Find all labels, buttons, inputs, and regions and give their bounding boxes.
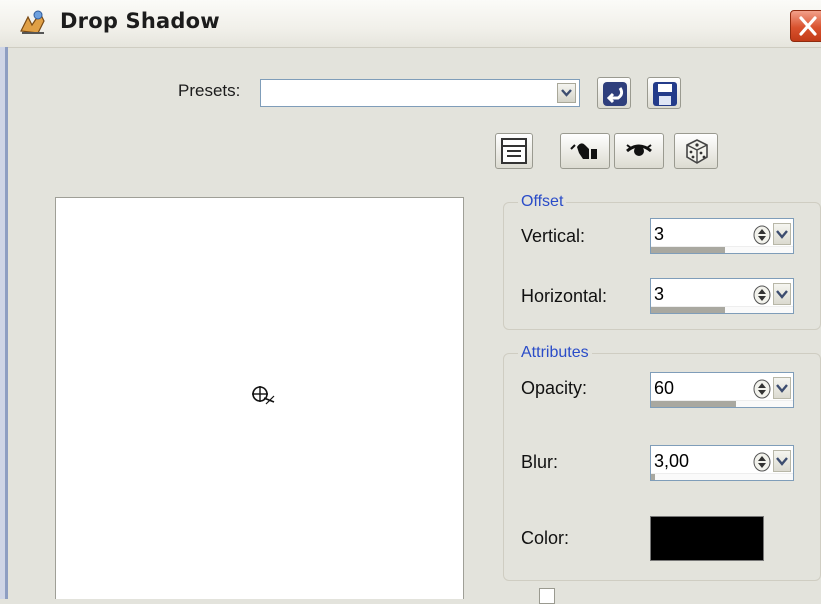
eye-preview-icon [626, 144, 652, 156]
window-title: Drop Shadow [60, 9, 220, 33]
option-checkbox[interactable] [539, 588, 555, 604]
horizontal-slider-track[interactable] [651, 306, 793, 313]
close-button[interactable] [790, 10, 821, 42]
blur-dropdown-icon[interactable] [773, 450, 791, 472]
vertical-dropdown-icon[interactable] [773, 223, 791, 245]
vertical-label: Vertical: [521, 226, 586, 246]
horizontal-dropdown-icon[interactable] [773, 283, 791, 305]
opacity-spin-icon[interactable] [753, 379, 771, 399]
horizontal-slider-fill [651, 307, 725, 313]
attributes-legend: Attributes [518, 344, 592, 362]
close-icon [799, 16, 817, 36]
randomize-button[interactable] [674, 133, 718, 169]
opacity-slider-track[interactable] [651, 400, 793, 407]
chevron-down-icon[interactable] [557, 83, 576, 103]
color-label: Color: [521, 528, 570, 548]
save-preset-button[interactable] [647, 77, 681, 109]
horizontal-label: Horizontal: [521, 286, 608, 306]
opacity-input[interactable]: 60 [650, 372, 794, 408]
blur-value: 3,00 [654, 451, 690, 471]
reset-button[interactable] [597, 77, 631, 109]
opacity-value: 60 [654, 378, 675, 398]
title-bar: Drop Shadow [0, 0, 821, 48]
save-icon [653, 82, 677, 106]
horizontal-spin-icon[interactable] [753, 285, 771, 305]
vertical-slider-track[interactable] [651, 246, 793, 253]
pan-cursor-icon [252, 386, 275, 405]
opacity-dropdown-icon[interactable] [773, 377, 791, 399]
blur-spin-icon[interactable] [753, 452, 771, 472]
opacity-slider-fill [651, 401, 736, 407]
horizontal-input[interactable]: 3 [650, 278, 794, 314]
blur-input[interactable]: 3,00 [650, 445, 794, 481]
presets-label: Presets: [178, 81, 241, 100]
window-frame-border [5, 47, 8, 599]
pan-tool-button[interactable] [560, 133, 610, 169]
blur-slider-fill [651, 474, 655, 480]
vertical-input[interactable]: 3 [650, 218, 794, 254]
layout-toggle-button[interactable] [495, 133, 533, 169]
shadow-color-swatch[interactable] [650, 516, 764, 561]
opacity-label: Opacity: [521, 378, 588, 398]
presets-dropdown[interactable] [260, 79, 580, 107]
vertical-value: 3 [654, 224, 665, 244]
blur-label: Blur: [521, 452, 559, 472]
drop-shadow-app-icon [18, 9, 48, 37]
offset-legend: Offset [518, 193, 567, 211]
preview-pane[interactable] [55, 197, 464, 599]
randomize-dice-icon [686, 139, 708, 164]
layout-icon [501, 138, 527, 164]
vertical-slider-fill [651, 247, 725, 253]
horizontal-value: 3 [654, 284, 665, 304]
vertical-spin-icon[interactable] [753, 225, 771, 245]
blur-slider-track[interactable] [651, 473, 793, 480]
pan-hand-icon [570, 143, 597, 159]
preview-toggle-button[interactable] [614, 133, 664, 169]
reset-icon [603, 82, 627, 106]
